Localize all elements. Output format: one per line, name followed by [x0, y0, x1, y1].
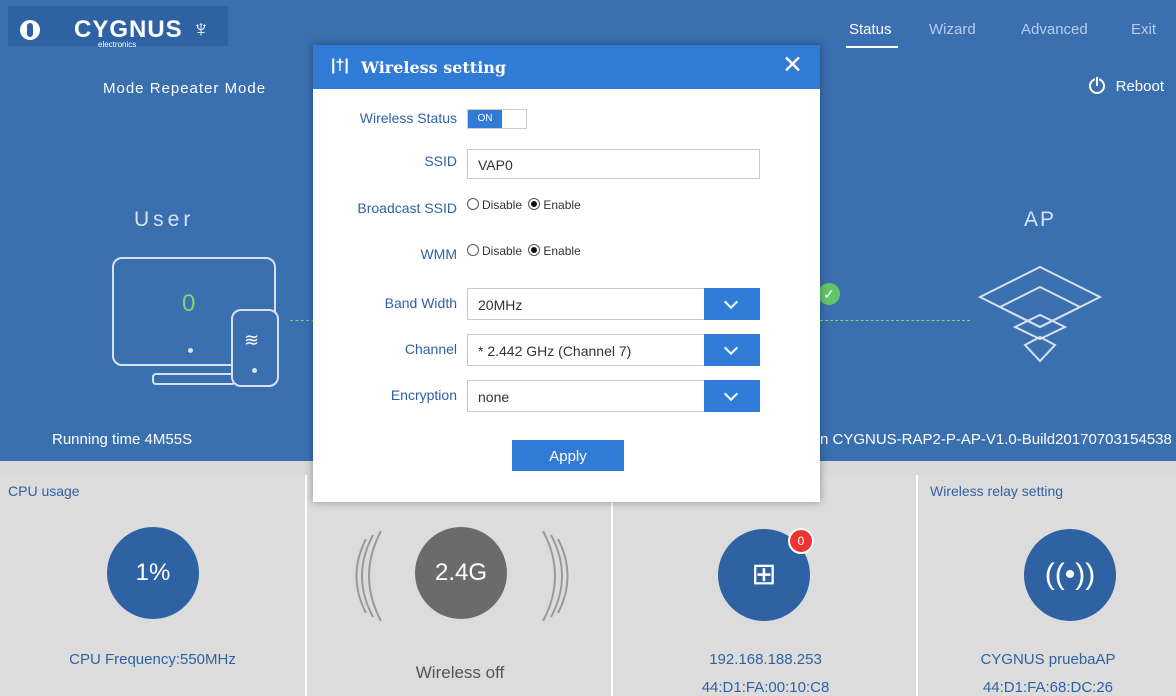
- broadcast-enable-radio[interactable]: [528, 198, 541, 210]
- monitor-power-dot: [188, 348, 193, 353]
- ssid-input[interactable]: VAP0: [467, 149, 760, 179]
- broadcast-ssid-label: Broadcast SSID: [357, 200, 457, 216]
- ap-section-label: AP: [1024, 208, 1057, 231]
- nav-wizard[interactable]: Wizard: [929, 21, 976, 38]
- toggle-on-label: ON: [468, 110, 502, 128]
- cpu-frequency: CPU Frequency:550MHz: [69, 651, 236, 668]
- active-tab-indicator: [846, 46, 898, 48]
- ap-link-line: [820, 320, 970, 321]
- reboot-button[interactable]: Reboot: [1088, 77, 1164, 95]
- relay-panel: Wireless relay setting ((•)) CYGNUS prue…: [916, 475, 1176, 696]
- wireless-status-text: Wireless off: [415, 663, 505, 682]
- relay-panel-title: Wireless relay setting: [930, 483, 1064, 499]
- chevron-down-icon[interactable]: [704, 288, 760, 320]
- wireless-setting-dialog: |†| Wireless setting ✕ Wireless Status O…: [313, 45, 820, 502]
- band-width-label: Band Width: [384, 295, 457, 311]
- broadcast-disable-radio[interactable]: [467, 198, 479, 210]
- ssid-label: SSID: [424, 153, 457, 169]
- dialog-title: Wireless setting: [361, 58, 507, 77]
- phone-wifi-icon: ≋: [244, 330, 260, 350]
- channel-label: Channel: [404, 341, 457, 357]
- relay-mac: 44:D1:FA:68:DC:26: [982, 679, 1114, 696]
- encryption-select[interactable]: none: [467, 380, 760, 412]
- wmm-label: WMM: [420, 246, 457, 262]
- cpu-usage-circle: 1%: [107, 527, 199, 619]
- wireless-status-label: Wireless Status: [359, 110, 457, 126]
- nav-advanced[interactable]: Advanced: [1021, 21, 1088, 38]
- connection-check-icon: ✓: [818, 283, 840, 305]
- logo-mark-icon: ♆: [192, 16, 210, 43]
- band-width-value: 20MHz: [478, 297, 523, 313]
- wireless-panel: 2.4G Wireless off: [305, 475, 613, 696]
- band-width-select[interactable]: 20MHz: [467, 288, 760, 320]
- relay-ssid: CYGNUS pruebaAP: [980, 651, 1116, 668]
- channel-value: * 2.442 GHz (Channel 7): [478, 343, 632, 359]
- logo-subtitle: electronics: [98, 40, 137, 49]
- logo: CYGNUS electronics ♆: [8, 6, 228, 49]
- reboot-label: Reboot: [1115, 78, 1164, 95]
- chevron-down-icon[interactable]: [704, 380, 760, 412]
- monitor-stand: [152, 373, 236, 385]
- wmm-enable-label: Enable: [543, 244, 581, 258]
- wifi-signal-icon: [977, 265, 1103, 363]
- relay-antenna-icon[interactable]: ((•)): [1024, 529, 1116, 621]
- broadcast-disable-label: Disable: [482, 198, 523, 212]
- apply-button[interactable]: Apply: [512, 440, 624, 471]
- chevron-down-icon[interactable]: [704, 334, 760, 366]
- channel-select[interactable]: * 2.442 GHz (Channel 7): [467, 334, 760, 366]
- broadcast-enable-label: Enable: [543, 198, 581, 212]
- mode-label: Mode Repeater Mode: [103, 80, 267, 97]
- nav-status[interactable]: Status: [849, 21, 892, 38]
- wmm-options: Disable Enable: [467, 244, 581, 258]
- broadcast-ssid-options: Disable Enable: [467, 198, 581, 212]
- encryption-label: Encryption: [390, 387, 457, 403]
- dialog-header: |†| Wireless setting ✕: [313, 45, 820, 89]
- lan-ip: 192.168.188.253: [709, 651, 822, 668]
- wireless-status-toggle[interactable]: ON: [467, 109, 527, 129]
- firmware-version: n CYGNUS-RAP2-P-AP-V1.0-Build20170703154…: [820, 431, 1172, 448]
- wmm-enable-radio[interactable]: [528, 244, 541, 256]
- lan-client-count-badge: 0: [788, 528, 814, 554]
- phone-button-dot: [252, 368, 257, 373]
- wireless-band-circle[interactable]: 2.4G: [415, 527, 507, 619]
- user-section-label: User: [134, 208, 195, 231]
- nav-exit[interactable]: Exit: [1131, 21, 1156, 38]
- wmm-disable-radio[interactable]: [467, 244, 479, 256]
- lan-panel: ⊞ 192.168.188.253 44:D1:FA:00:10:C8: [611, 475, 918, 696]
- settings-sliders-icon: |†|: [331, 57, 349, 74]
- user-icon[interactable]: [20, 20, 40, 40]
- lan-mac: 44:D1:FA:00:10:C8: [701, 679, 830, 696]
- connected-user-count: 0: [182, 290, 196, 317]
- wmm-disable-label: Disable: [482, 244, 523, 258]
- running-time: Running time 4M55S: [52, 431, 193, 448]
- cpu-panel: CPU usage 1% CPU Frequency:550MHz: [0, 475, 305, 696]
- close-icon[interactable]: ✕: [782, 53, 803, 78]
- cpu-panel-title: CPU usage: [8, 483, 80, 499]
- power-icon: [1088, 77, 1105, 94]
- encryption-value: none: [478, 389, 510, 405]
